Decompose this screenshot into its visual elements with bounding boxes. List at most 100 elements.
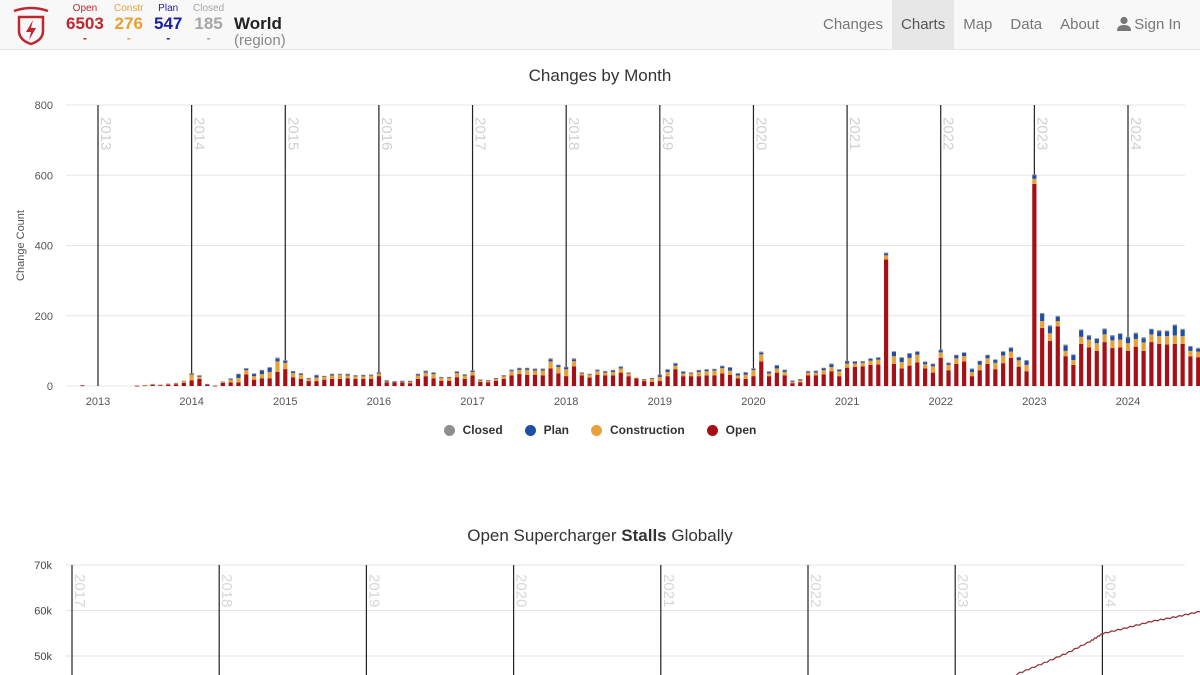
bar-segment-plan — [415, 374, 421, 376]
bar-segment-constr — [985, 358, 990, 364]
x-tick-label: 2021 — [835, 396, 859, 408]
bar-segment-open — [774, 372, 779, 386]
legend-item-open[interactable]: Open — [706, 423, 756, 437]
bar-segment-plan — [868, 358, 873, 361]
bar-segment-plan — [962, 352, 967, 357]
bar-segment-constr — [361, 376, 366, 379]
bar-segment-constr — [329, 375, 335, 379]
bar-segment-open — [564, 376, 569, 386]
bar-segment-open — [251, 379, 257, 386]
bar-segment-plan — [1141, 338, 1146, 343]
changes-by-month-chart: 0 200 400 600 800 Change Count 2013 2014 2015 201… — [15, 100, 1200, 408]
bar-segment-constr — [267, 371, 272, 379]
bar-segment-constr — [735, 375, 740, 379]
bar-segment-closed — [798, 378, 803, 380]
bar-segment-closed — [1172, 324, 1177, 326]
bar-segment-constr — [751, 369, 756, 377]
chart-title-stalls: Open Supercharger Stalls Globally — [0, 526, 1200, 546]
year-marker-label: 2019 — [365, 574, 382, 607]
bar-segment-open — [993, 369, 998, 386]
bar-segment-open — [470, 375, 475, 386]
bar-segment-plan — [782, 370, 787, 372]
bar-segment-closed — [1032, 174, 1037, 176]
bar-segment-constr — [720, 368, 725, 374]
bar-segment-open — [938, 357, 943, 386]
bar-segment-constr — [454, 373, 460, 378]
bar-segment-constr — [618, 368, 623, 373]
bar-segment-constr — [259, 374, 264, 379]
bar-segment-open — [696, 376, 701, 386]
bar-segment-open — [844, 367, 850, 386]
bar-segment-open — [1079, 343, 1084, 386]
bar-segment-closed — [431, 372, 436, 374]
bar-segment-plan — [704, 369, 709, 372]
bar-segment-open — [1040, 328, 1045, 386]
bar-segment-closed — [751, 368, 756, 369]
bar-segment-plan — [1079, 330, 1084, 337]
bar-segment-constr — [571, 361, 577, 367]
bar-segment-plan — [470, 370, 475, 372]
bar-segment-open — [1110, 348, 1115, 386]
bar-segment-constr — [774, 368, 779, 373]
bar-segment-closed — [712, 368, 717, 370]
bar-segment-open — [376, 376, 382, 386]
bar-segment-open — [642, 381, 647, 386]
x-tick-label: 2015 — [273, 396, 297, 408]
bar-segment-plan — [571, 359, 577, 362]
bar-segment-plan — [735, 373, 740, 376]
year-marker-label: 2022 — [807, 574, 824, 607]
legend-item-plan[interactable]: Plan — [524, 423, 569, 437]
bar-segment-plan — [540, 369, 545, 371]
bar-segment-plan — [821, 368, 826, 371]
bar-segment-closed — [587, 373, 592, 375]
bar-segment-constr — [962, 356, 967, 362]
bar-segment-plan — [314, 375, 319, 378]
legend-item-closed[interactable]: Closed — [443, 423, 503, 437]
bar-segment-open — [1125, 350, 1131, 386]
bar-segment-open — [337, 378, 342, 386]
bar-segment-open — [798, 382, 803, 386]
bar-segment-plan — [1071, 355, 1076, 361]
bar-segment-open — [353, 378, 358, 386]
bar-segment-plan — [1102, 329, 1107, 335]
bar-segment-plan — [603, 371, 608, 373]
bar-segment-plan — [298, 373, 303, 375]
bar-segment-plan — [969, 369, 975, 372]
y-tick-label: 50k — [34, 651, 52, 663]
bar-segment-closed — [462, 374, 467, 375]
bar-segment-open — [907, 365, 912, 386]
bar-segment-constr — [634, 377, 639, 379]
y-tick-label: 200 — [35, 311, 53, 323]
bar-segment-constr — [470, 371, 475, 376]
bar-segment-open — [790, 383, 795, 386]
bar-segment-plan — [259, 370, 264, 375]
bar-segment-open — [610, 375, 616, 386]
legend-item-construction[interactable]: Construction — [591, 423, 685, 437]
bar-segment-plan — [837, 369, 842, 372]
bar-segment-closed — [150, 383, 155, 385]
bar-segment-constr — [564, 369, 569, 377]
bar-segment-closed — [181, 380, 186, 382]
bar-segment-plan — [1149, 329, 1154, 335]
bar-segment-open — [1118, 347, 1123, 386]
bar-segment-closed — [205, 383, 210, 385]
bar-segment-open — [579, 375, 584, 386]
bar-segment-constr — [1172, 335, 1177, 344]
bar-segment-open — [899, 368, 904, 386]
bar-segment-open — [228, 382, 233, 386]
bar-segment-constr — [1032, 178, 1037, 185]
bar-segment-constr — [610, 371, 616, 376]
bar-segment-open — [166, 384, 171, 386]
bar-segment-constr — [688, 373, 694, 377]
bar-segment-constr — [1079, 336, 1084, 344]
bar-segment-closed — [353, 375, 358, 376]
bar-segment-closed — [649, 377, 655, 379]
bar-segment-closed — [470, 370, 475, 371]
bar-segment-plan — [657, 375, 662, 377]
bar-segment-constr — [1008, 351, 1014, 358]
bar-segment-plan — [743, 372, 748, 375]
bar-segment-constr — [486, 381, 491, 383]
bar-segment-constr — [657, 376, 662, 382]
bar-segment-closed — [704, 369, 709, 370]
bar-segment-plan — [1164, 331, 1170, 337]
